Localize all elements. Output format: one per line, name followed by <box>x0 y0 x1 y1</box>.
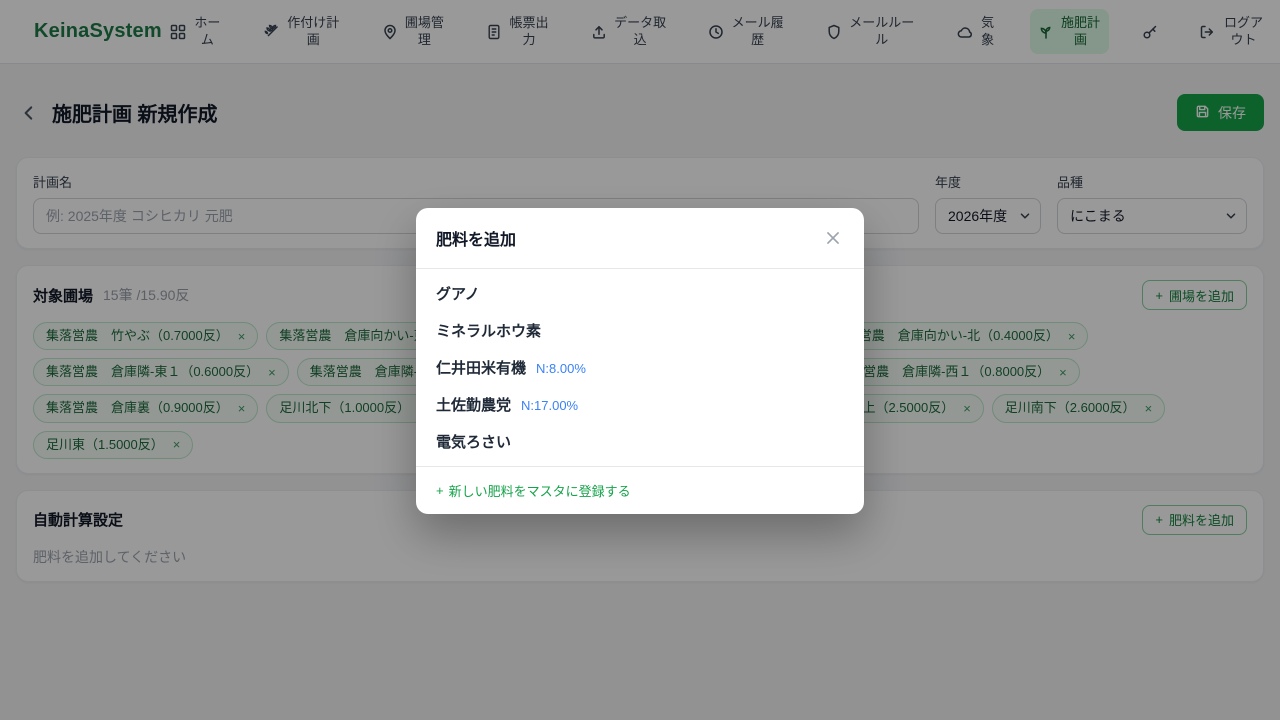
fertilizer-option[interactable]: 土佐勤農党 N:17.00% <box>416 386 864 423</box>
fertilizer-list: グアノ ミネラルホウ素 仁井田米有機 N:8.00% 土佐勤農党 N:17.00… <box>416 269 864 467</box>
plus-icon: + <box>436 483 444 498</box>
register-new-fertilizer-link[interactable]: + 新しい肥料をマスタに登録する <box>436 481 631 500</box>
fertilizer-name: グアノ <box>436 283 480 304</box>
close-icon[interactable] <box>822 227 844 249</box>
fertilizer-option[interactable]: 仁井田米有機 N:8.00% <box>416 349 864 386</box>
fertilizer-name: 土佐勤農党 <box>436 394 511 415</box>
fertilizer-option[interactable]: 電気ろさい <box>416 423 864 460</box>
fertilizer-option[interactable]: ミネラルホウ素 <box>416 312 864 349</box>
add-fertilizer-modal: 肥料を追加 グアノ ミネラルホウ素 仁井田米有機 N:8.00% 土佐勤農党 N… <box>416 208 864 514</box>
fertilizer-name: ミネラルホウ素 <box>436 320 541 341</box>
fertilizer-npk: N:8.00% <box>536 361 586 376</box>
fertilizer-npk: N:17.00% <box>521 398 578 413</box>
fertilizer-name: 仁井田米有機 <box>436 357 526 378</box>
fertilizer-option[interactable]: グアノ <box>416 275 864 312</box>
modal-title: 肥料を追加 <box>436 226 516 250</box>
fertilizer-name: 電気ろさい <box>436 431 511 452</box>
